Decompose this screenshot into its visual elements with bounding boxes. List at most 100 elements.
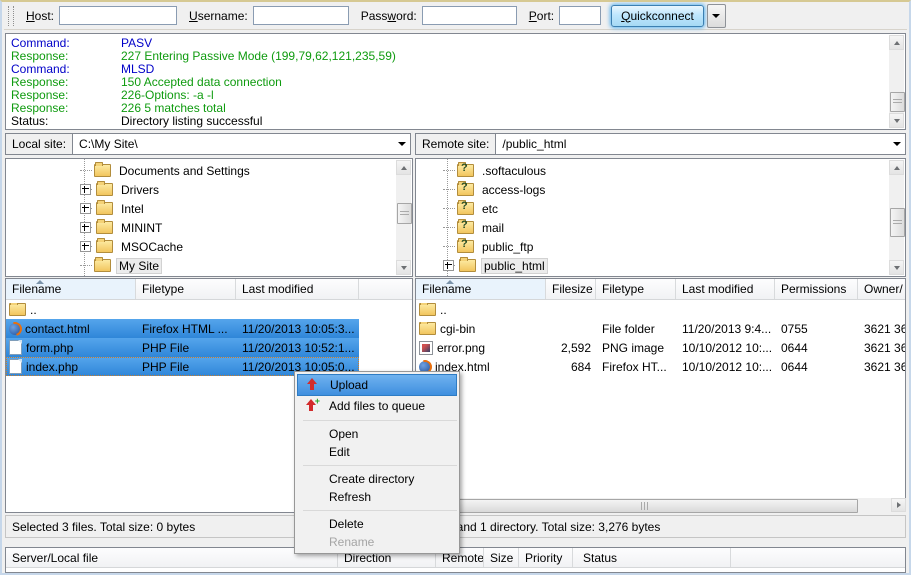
local-directory-tree: Documents and Settings Drivers Intel MIN… <box>5 158 413 277</box>
tree-item-selected[interactable]: public_html <box>416 256 905 275</box>
folder-icon <box>459 259 476 272</box>
message-log: Command:PASV Response:227 Entering Passi… <box>5 33 906 130</box>
file-row[interactable]: .. <box>416 300 905 319</box>
filezilla-window: Host: Username: Password: Port: Quickcon… <box>0 0 911 575</box>
column-header-owner[interactable]: Owner/ <box>858 279 905 299</box>
tree-item[interactable] <box>6 275 412 277</box>
sort-ascending-icon <box>36 280 44 284</box>
tree-item[interactable] <box>416 275 905 277</box>
menu-separator <box>303 465 457 466</box>
scroll-right-icon[interactable] <box>891 498 906 512</box>
menu-item-upload[interactable]: Upload <box>297 374 457 396</box>
log-scrollbar-thumb[interactable] <box>890 92 905 112</box>
remote-status-bar: 2 files and 1 directory. Total size: 3,2… <box>415 515 906 538</box>
firefox-icon <box>9 323 21 335</box>
remote-tree-scrollbar[interactable] <box>889 160 904 275</box>
column-header-permissions[interactable]: Permissions <box>775 279 858 299</box>
column-header-filetype[interactable]: Filetype <box>136 279 236 299</box>
tree-item[interactable]: MININT <box>6 218 412 237</box>
local-site-combobox[interactable]: C:\My Site\ <box>72 133 411 155</box>
folder-icon <box>96 240 113 253</box>
local-tree-scrollbar-thumb[interactable] <box>397 203 412 224</box>
folder-question-icon: ? <box>457 202 474 215</box>
local-list-header: Filename Filetype Last modified <box>6 279 412 300</box>
folder-icon <box>96 183 113 196</box>
tree-item[interactable]: ?access-logs <box>416 180 905 199</box>
scroll-up-icon[interactable] <box>396 160 411 175</box>
menu-item-edit[interactable]: Edit <box>297 443 457 461</box>
column-header-filetype[interactable]: Filetype <box>596 279 676 299</box>
tree-item[interactable]: ?public_ftp <box>416 237 905 256</box>
column-header-filesize[interactable]: Filesize <box>546 279 596 299</box>
file-row-selected[interactable]: contact.html Firefox HTML ... 11/20/2013… <box>6 319 359 338</box>
chevron-down-icon[interactable] <box>893 142 901 146</box>
sort-ascending-icon <box>446 280 454 284</box>
file-row[interactable]: cgi-bin File folder 11/20/2013 9:4... 07… <box>416 319 905 338</box>
column-header-status[interactable]: Status <box>573 548 731 567</box>
remote-site-bar: Remote site: /public_html <box>415 133 906 155</box>
tree-item[interactable]: MSOCache <box>6 237 412 256</box>
expand-icon[interactable] <box>80 184 91 195</box>
menu-item-open[interactable]: Open <box>297 425 457 443</box>
remote-list-header: Filename Filesize Filetype Last modified… <box>416 279 905 300</box>
column-header-size[interactable]: Size <box>484 548 519 567</box>
tree-item[interactable]: ?mail <box>416 218 905 237</box>
column-header-filename[interactable]: Filename <box>6 279 136 299</box>
local-tree-scrollbar[interactable] <box>396 160 411 275</box>
scroll-down-icon[interactable] <box>396 260 411 275</box>
chevron-down-icon[interactable] <box>398 142 406 146</box>
tree-item[interactable]: ?etc <box>416 199 905 218</box>
add-to-queue-icon: + <box>305 399 318 412</box>
scroll-up-icon[interactable] <box>889 160 904 175</box>
password-input[interactable] <box>422 6 517 25</box>
folder-icon <box>94 164 111 177</box>
tree-item[interactable]: Documents and Settings <box>6 161 412 180</box>
expand-icon[interactable] <box>80 241 91 252</box>
log-scrollbar[interactable] <box>889 35 904 128</box>
column-header-modified[interactable]: Last modified <box>676 279 775 299</box>
tree-item[interactable]: Drivers <box>6 180 412 199</box>
scroll-up-icon[interactable] <box>889 35 904 50</box>
expand-icon[interactable] <box>443 260 454 271</box>
file-row-selected[interactable]: form.php PHP File 11/20/2013 10:52:1... <box>6 338 359 357</box>
quickconnect-button[interactable]: Quickconnect <box>611 5 704 27</box>
tree-item[interactable]: ?.softaculous <box>416 161 905 180</box>
expand-icon[interactable] <box>80 203 91 214</box>
local-selection-status: Selected 3 files. Total size: 0 bytes <box>12 520 195 534</box>
remote-file-list: Filename Filesize Filetype Last modified… <box>415 278 906 500</box>
file-row[interactable]: index.html 684 Firefox HT... 10/10/2012 … <box>416 357 905 376</box>
menu-item-refresh[interactable]: Refresh <box>297 488 457 506</box>
scroll-down-icon[interactable] <box>889 260 904 275</box>
file-icon <box>9 359 22 374</box>
tree-item[interactable]: Intel <box>6 199 412 218</box>
menu-item-delete[interactable]: Delete <box>297 515 457 533</box>
expand-icon[interactable] <box>80 222 91 233</box>
tree-item-selected[interactable]: My Site <box>6 256 412 275</box>
column-header-modified[interactable]: Last modified <box>236 279 359 299</box>
local-site-bar: Local site: C:\My Site\ <box>5 133 411 155</box>
upload-arrow-icon <box>306 378 319 391</box>
column-header-filename[interactable]: Filename <box>416 279 546 299</box>
column-header-server-local-file[interactable]: Server/Local file <box>6 548 338 567</box>
remote-list-hscrollbar[interactable] <box>415 498 906 512</box>
file-icon <box>9 340 22 355</box>
username-label: Username: <box>189 9 248 23</box>
scroll-down-icon[interactable] <box>889 113 904 128</box>
folder-icon <box>419 303 436 316</box>
remote-site-combobox[interactable]: /public_html <box>495 133 906 155</box>
username-input[interactable] <box>253 6 349 25</box>
menu-item-add-files-to-queue[interactable]: + Add files to queue <box>297 396 457 416</box>
remote-site-label: Remote site: <box>415 133 495 155</box>
menu-item-create-directory[interactable]: Create directory <box>297 470 457 488</box>
remote-tree-scrollbar-thumb[interactable] <box>890 208 905 237</box>
toolbar-grip[interactable] <box>8 6 14 26</box>
port-input[interactable] <box>559 6 601 25</box>
file-row[interactable]: .. <box>6 300 359 319</box>
menu-separator <box>303 420 457 421</box>
hscrollbar-thumb[interactable] <box>431 499 858 513</box>
host-input[interactable] <box>59 6 177 25</box>
quickconnect-dropdown-button[interactable] <box>707 4 726 28</box>
column-header-priority[interactable]: Priority <box>519 548 573 567</box>
log-line: Status:Directory listing successful <box>6 115 905 128</box>
file-row[interactable]: error.png 2,592 PNG image 10/10/2012 10:… <box>416 338 905 357</box>
